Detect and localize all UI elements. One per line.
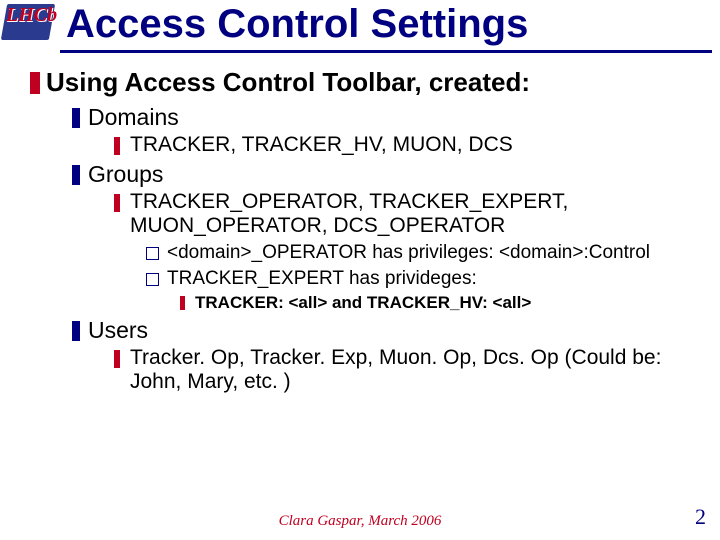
slide-header: LHCb Access Control Settings bbox=[0, 0, 720, 44]
bullet-lvl1: Using Access Control Toolbar, created: bbox=[30, 67, 702, 98]
bullet-icon bbox=[114, 194, 120, 212]
slide-content: Using Access Control Toolbar, created: D… bbox=[0, 53, 720, 394]
bullet-icon bbox=[180, 296, 185, 310]
footer-author: Clara Gaspar, March 2006 bbox=[0, 513, 720, 530]
groups-note-expert-detail: TRACKER: <all> and TRACKER_HV: <all> bbox=[180, 293, 702, 313]
groups-note1-text: <domain>_OPERATOR has privileges: <domai… bbox=[167, 242, 702, 264]
bullet-icon bbox=[114, 137, 120, 155]
users-items: Tracker. Op, Tracker. Exp, Muon. Op, Dcs… bbox=[114, 346, 702, 394]
page-number: 2 bbox=[695, 504, 706, 530]
groups-note2-text: TRACKER_EXPERT has privideges: bbox=[167, 268, 702, 290]
square-bullet-icon bbox=[146, 273, 159, 286]
domains-label: Domains bbox=[88, 104, 179, 130]
slide-title: Access Control Settings bbox=[66, 4, 528, 44]
groups-note-operator: <domain>_OPERATOR has privileges: <domai… bbox=[146, 242, 702, 264]
bullet-icon bbox=[72, 321, 80, 341]
domains-items: TRACKER, TRACKER_HV, MUON, DCS bbox=[114, 133, 702, 157]
bullet-icon bbox=[72, 165, 80, 185]
groups-heading: Groups bbox=[72, 161, 702, 188]
logo-text: LHCb bbox=[6, 4, 57, 27]
groups-note3-text: TRACKER: <all> and TRACKER_HV: <all> bbox=[195, 293, 531, 313]
domains-items-text: TRACKER, TRACKER_HV, MUON, DCS bbox=[130, 133, 702, 157]
bullet-icon bbox=[72, 108, 80, 128]
users-label: Users bbox=[88, 317, 148, 343]
groups-items: TRACKER_OPERATOR, TRACKER_EXPERT, MUON_O… bbox=[114, 190, 702, 238]
bullet-icon bbox=[30, 72, 40, 94]
groups-items-text: TRACKER_OPERATOR, TRACKER_EXPERT, MUON_O… bbox=[130, 190, 702, 238]
groups-note-expert: TRACKER_EXPERT has privideges: bbox=[146, 268, 702, 290]
bullet-icon bbox=[114, 350, 120, 368]
lhcb-logo: LHCb bbox=[4, 4, 60, 44]
domains-heading: Domains bbox=[72, 104, 702, 131]
groups-label: Groups bbox=[88, 161, 163, 187]
users-items-text: Tracker. Op, Tracker. Exp, Muon. Op, Dcs… bbox=[130, 346, 702, 394]
users-heading: Users bbox=[72, 317, 702, 344]
lvl1-text: Using Access Control Toolbar, created: bbox=[46, 67, 530, 97]
square-bullet-icon bbox=[146, 247, 159, 260]
